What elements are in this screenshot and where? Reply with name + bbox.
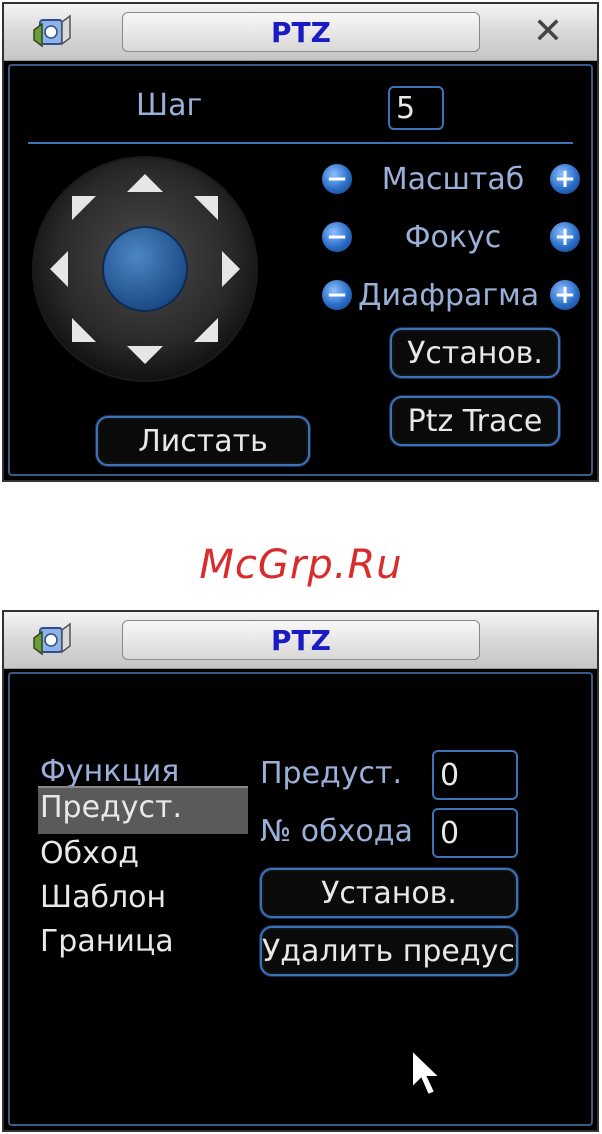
title-bar: PTZ ✕	[4, 4, 597, 61]
window-title: PTZ	[122, 12, 480, 52]
preset-input[interactable]: 0	[432, 750, 518, 800]
ptz-trace-button[interactable]: Ptz Trace	[390, 396, 560, 446]
step-label: Шаг	[136, 88, 203, 123]
ptz-preset-window: PTZ Функция Предуст. Обход Шаблон Границ…	[2, 610, 599, 1132]
divider	[28, 142, 573, 144]
delete-preset-button[interactable]: Удалить предуст	[260, 926, 518, 976]
focus-minus-button[interactable]: −	[322, 222, 352, 252]
preset-label: Предуст.	[260, 756, 403, 791]
direction-pad	[32, 156, 258, 382]
zoom-label: Масштаб	[381, 162, 525, 197]
preset-body: Функция Предуст. Обход Шаблон Граница Пр…	[8, 672, 593, 1126]
preset-setup-button[interactable]: Установ.	[260, 868, 518, 918]
tour-input[interactable]: 0	[432, 808, 518, 858]
step-input[interactable]: 5	[388, 86, 444, 130]
watermark-text: McGrp.Ru	[199, 542, 403, 588]
iris-plus-button[interactable]: +	[550, 280, 580, 310]
ptz-control-window: PTZ ✕ Шаг 5 − Масштаб + − Фокус + − Диаф…	[2, 2, 599, 482]
menu-item-tour[interactable]: Обход	[40, 836, 139, 871]
zoom-plus-button[interactable]: +	[550, 164, 580, 194]
iris-label: Диафрагма	[358, 278, 540, 313]
menu-item-preset-label: Предуст.	[40, 790, 183, 825]
menu-item-border[interactable]: Граница	[40, 924, 174, 959]
setup-button[interactable]: Установ.	[390, 328, 560, 378]
page-button[interactable]: Листать	[96, 416, 310, 466]
camera-app-icon	[33, 622, 71, 656]
tour-label: № обхода	[260, 814, 413, 849]
focus-label: Фокус	[404, 220, 502, 255]
iris-minus-button[interactable]: −	[322, 280, 352, 310]
close-icon[interactable]: ✕	[528, 14, 568, 50]
menu-item-pattern[interactable]: Шаблон	[40, 880, 166, 915]
camera-app-icon	[33, 14, 71, 48]
mouse-cursor-icon	[411, 1048, 443, 1097]
ptz-body: Шаг 5 − Масштаб + − Фокус + − Диафрагма …	[8, 64, 593, 476]
window-title: PTZ	[122, 620, 480, 660]
center-button[interactable]	[102, 226, 188, 312]
zoom-minus-button[interactable]: −	[322, 164, 352, 194]
menu-header: Функция	[40, 754, 180, 789]
focus-plus-button[interactable]: +	[550, 222, 580, 252]
title-bar: PTZ	[4, 612, 597, 669]
